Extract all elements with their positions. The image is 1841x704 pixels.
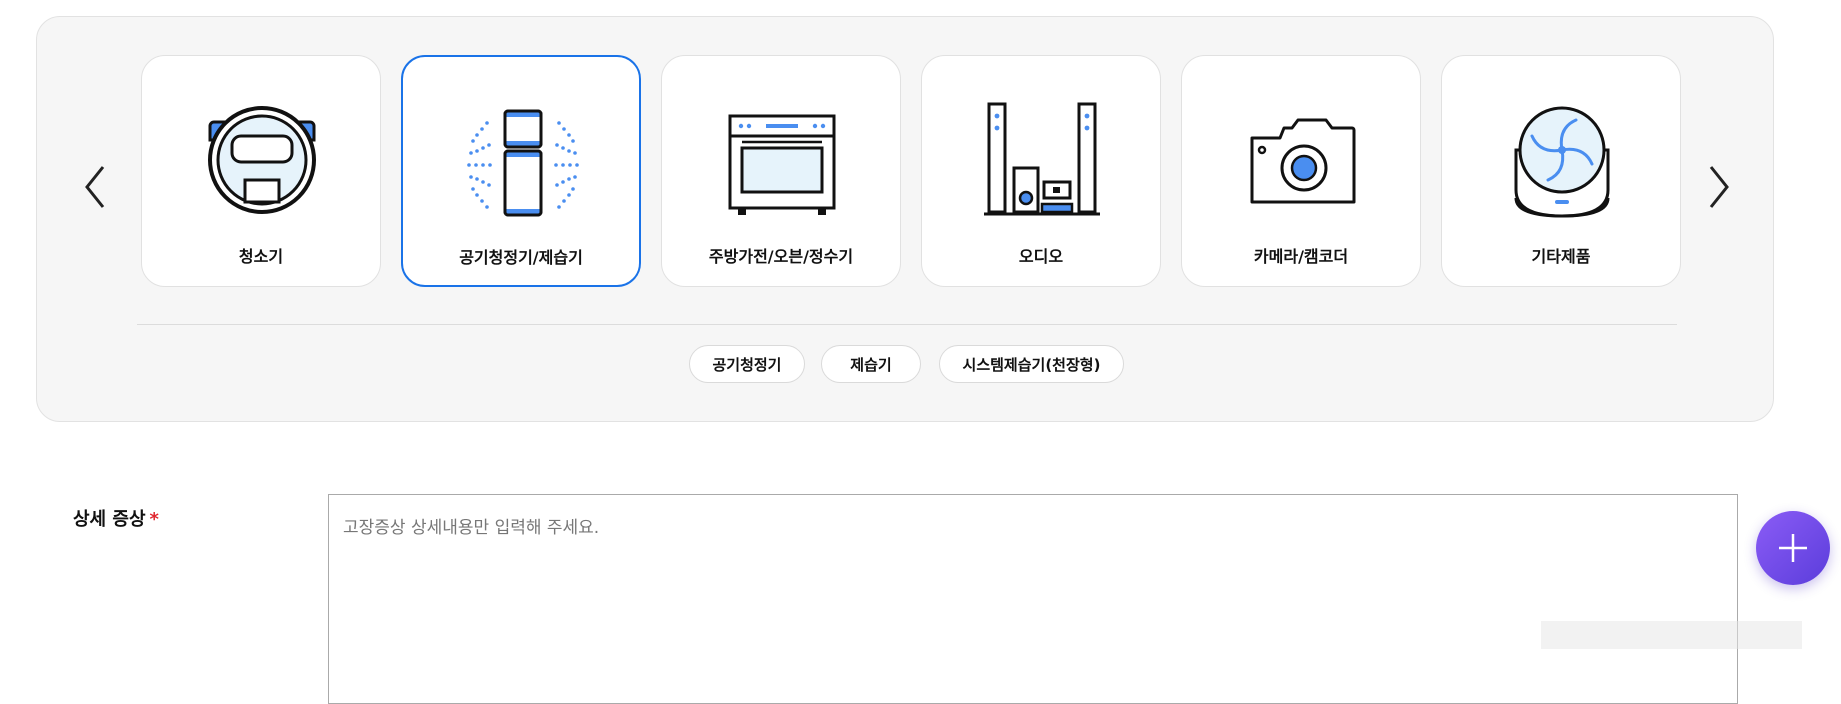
fan-icon bbox=[1514, 106, 1610, 218]
required-mark: * bbox=[149, 509, 159, 530]
air-purifier-icon bbox=[467, 109, 579, 217]
category-card-camera[interactable]: 카메라/캠코더 bbox=[1181, 55, 1421, 287]
category-label: 청소기 bbox=[238, 247, 284, 266]
category-card-air-purifier[interactable]: 공기청정기/제습기 bbox=[401, 55, 641, 287]
plus-icon bbox=[1779, 534, 1807, 562]
audio-speaker-icon bbox=[984, 102, 1100, 216]
chip-air-purifier[interactable]: 공기청정기 bbox=[689, 345, 805, 383]
category-label: 기타제품 bbox=[1531, 247, 1591, 266]
category-label: 오디오 bbox=[1018, 247, 1064, 266]
subcategory-chips: 공기청정기 제습기 시스템제습기(천장형) bbox=[37, 345, 1773, 385]
category-card-etc[interactable]: 기타제품 bbox=[1441, 55, 1681, 287]
add-button[interactable] bbox=[1756, 511, 1830, 585]
chevron-right-icon bbox=[1709, 166, 1729, 208]
category-card-audio[interactable]: 오디오 bbox=[921, 55, 1161, 287]
panel-divider bbox=[137, 324, 1677, 325]
oven-icon bbox=[728, 114, 836, 215]
symptom-label: 상세 증상 * bbox=[73, 505, 159, 531]
category-card-kitchen[interactable]: 주방가전/오븐/정수기 bbox=[661, 55, 901, 287]
robot-vacuum-icon bbox=[208, 106, 316, 214]
category-selector-panel: 청소기 공기청정기/제습기 주방가전/오븐/정수기 오디오 카메라/캠코더 기타… bbox=[36, 16, 1774, 422]
category-label: 카메라/캠코더 bbox=[1253, 247, 1349, 266]
category-card-vacuum[interactable]: 청소기 bbox=[141, 55, 381, 287]
chevron-left-icon bbox=[85, 166, 105, 208]
prev-arrow-button[interactable] bbox=[75, 157, 115, 217]
camera-icon bbox=[1250, 118, 1356, 204]
next-arrow-button[interactable] bbox=[1699, 157, 1739, 217]
chip-dehumidifier[interactable]: 제습기 bbox=[821, 345, 921, 383]
blurred-overlay bbox=[1541, 621, 1802, 649]
chip-system-dehumidifier[interactable]: 시스템제습기(천장형) bbox=[939, 345, 1124, 383]
category-label: 주방가전/오븐/정수기 bbox=[708, 247, 854, 266]
symptom-textarea[interactable] bbox=[328, 494, 1738, 704]
symptom-label-text: 상세 증상 bbox=[73, 509, 146, 530]
category-label: 공기청정기/제습기 bbox=[459, 248, 583, 267]
